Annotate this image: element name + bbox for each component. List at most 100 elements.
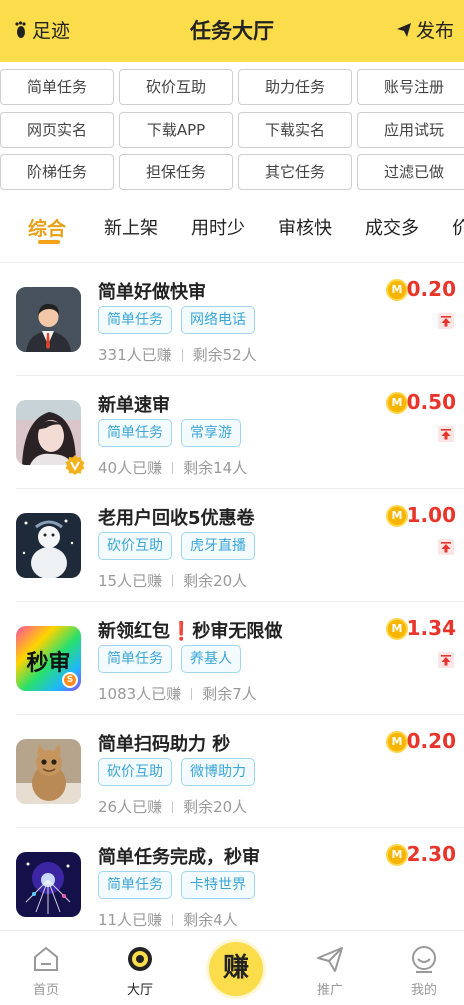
top-header: 足迹 任务大厅 发布: [0, 0, 464, 62]
task-price: 0.20: [406, 729, 456, 753]
category-button[interactable]: 下载实名: [238, 112, 352, 148]
task-tag: 砍价互助: [98, 758, 172, 786]
pinned-top-icon: [438, 313, 454, 329]
category-button[interactable]: 下载APP: [119, 112, 233, 148]
task-item[interactable]: 简单扫码助力 秒 砍价互助 微博助力 26人已赚 剩余20人 M 0.20: [0, 715, 464, 828]
category-button[interactable]: 担保任务: [119, 154, 233, 190]
task-price: 0.50: [406, 390, 456, 414]
task-stats: 26人已赚 剩余20人: [98, 796, 247, 817]
tab-home[interactable]: 首页: [0, 931, 92, 1005]
tab-hall[interactable]: 大厅: [94, 931, 186, 1005]
task-title: 简单任务完成，秒审: [98, 847, 260, 868]
task-title: 简单好做快审: [98, 282, 206, 303]
hall-icon: [128, 947, 152, 971]
pinned-top-icon: [438, 539, 454, 555]
earned-count: 15人已赚: [98, 572, 163, 590]
earned-count: 40人已赚: [98, 459, 163, 477]
coin-icon: M: [386, 279, 408, 301]
earned-count: 1083人已赚: [98, 685, 182, 703]
coin-icon: M: [386, 505, 408, 527]
category-button[interactable]: 阶梯任务: [0, 154, 114, 190]
task-tag: 微博助力: [181, 758, 255, 786]
publish-label: 发布: [415, 20, 454, 42]
coin-icon: M: [386, 392, 408, 414]
sort-tab-newest[interactable]: 新上架: [104, 214, 158, 240]
coin-icon: M: [386, 731, 408, 753]
task-stats: 40人已赚 剩余14人: [98, 457, 247, 478]
remaining-count: 剩余4人: [183, 911, 238, 929]
tab-promote-label: 推广: [316, 983, 343, 998]
paper-plane-icon: [396, 22, 411, 37]
pinned-top-icon: [438, 652, 454, 668]
remaining-count: 剩余14人: [183, 459, 248, 477]
pinned-top-icon: [438, 426, 454, 442]
category-button[interactable]: 砍价互助: [119, 69, 233, 105]
earned-count: 26人已赚: [98, 798, 163, 816]
category-button[interactable]: 其它任务: [238, 154, 352, 190]
category-button[interactable]: 应用试玩: [357, 112, 464, 148]
sort-tabs: 综合 新上架 用时少 审核快 成交多 价: [0, 200, 464, 254]
task-item[interactable]: 老用户回收5优惠卷 砍价互助 虎牙直播 15人已赚 剩余20人 M 1.00: [0, 489, 464, 602]
task-tag: 网络电话: [181, 306, 255, 334]
paper-plane-icon: [317, 947, 343, 972]
task-title: 新单速审: [98, 395, 170, 416]
verified-v-icon: [65, 455, 85, 475]
task-tag: 简单任务: [98, 645, 172, 673]
task-tag: 简单任务: [98, 419, 172, 447]
category-button[interactable]: 账号注册: [357, 69, 464, 105]
category-button[interactable]: 简单任务: [0, 69, 114, 105]
task-item[interactable]: 新单速审 简单任务 常享游 40人已赚 剩余14人 M 0.50: [0, 376, 464, 489]
sort-tab-most-deals[interactable]: 成交多: [365, 214, 419, 240]
task-tag: 常享游: [181, 419, 241, 447]
task-item[interactable]: 简单任务完成，秒审 简单任务 卡特世界 11人已赚 剩余4人 M 2.30: [0, 828, 464, 941]
task-avatar: [16, 852, 81, 917]
publish-button[interactable]: 发布: [396, 16, 454, 43]
task-tag: 简单任务: [98, 306, 172, 334]
task-item[interactable]: 秒审 S 新领红包❗秒审无限做 简单任务 养基人 1083人已赚 剩余7人 M 1…: [0, 602, 464, 715]
category-button[interactable]: 网页实名: [0, 112, 114, 148]
sort-tab-least-time[interactable]: 用时少: [191, 214, 245, 240]
task-stats: 15人已赚 剩余20人: [98, 570, 247, 591]
task-stats: 1083人已赚 剩余7人: [98, 683, 257, 704]
task-stats: 331人已赚 剩余52人: [98, 344, 257, 365]
remaining-count: 剩余7人: [202, 685, 257, 703]
task-title: 简单扫码助力 秒: [98, 734, 231, 755]
coin-icon: M: [386, 618, 408, 640]
sort-tab-price[interactable]: 价: [452, 214, 464, 240]
task-title: 老用户回收5优惠卷: [98, 508, 255, 529]
task-tag: 卡特世界: [181, 871, 255, 899]
coin-icon: M: [386, 844, 408, 866]
sort-tab-fast-review[interactable]: 审核快: [278, 214, 332, 240]
task-avatar: [16, 513, 81, 578]
task-tag: 虎牙直播: [181, 532, 255, 560]
tab-hall-label: 大厅: [126, 983, 153, 998]
task-price: 0.20: [406, 277, 456, 301]
tab-promote[interactable]: 推广: [284, 931, 376, 1005]
task-tag: 砍价互助: [98, 532, 172, 560]
badge-s-icon: S: [62, 672, 78, 688]
category-grid: 简单任务 砍价互助 助力任务 账号注册 网页实名 下载APP 下载实名 应用试玩…: [0, 68, 464, 192]
sort-tab-comprehensive[interactable]: 综合: [28, 214, 66, 241]
task-title: 新领红包❗秒审无限做: [98, 621, 283, 642]
task-price: 2.30: [406, 842, 456, 866]
task-item[interactable]: 简单好做快审 简单任务 网络电话 331人已赚 剩余52人 M 0.20: [0, 263, 464, 376]
category-button[interactable]: 助力任务: [238, 69, 352, 105]
home-icon: [34, 946, 58, 971]
remaining-count: 剩余20人: [183, 572, 248, 590]
tab-mine-label: 我的: [410, 983, 437, 998]
tab-home-label: 首页: [32, 983, 59, 998]
task-avatar: [16, 287, 81, 352]
smiley-icon: [412, 946, 436, 973]
page-title: 任务大厅: [190, 19, 274, 43]
earned-count: 11人已赚: [98, 911, 163, 929]
task-avatar: 秒审 S: [16, 626, 81, 691]
tab-mine[interactable]: 我的: [378, 931, 464, 1005]
task-price: 1.00: [406, 503, 456, 527]
remaining-count: 剩余52人: [192, 346, 257, 364]
task-price: 1.34: [406, 616, 456, 640]
task-tag: 养基人: [181, 645, 241, 673]
active-tab-indicator: [38, 240, 60, 244]
earned-count: 331人已赚: [98, 346, 172, 364]
category-button[interactable]: 过滤已做: [357, 154, 464, 190]
earn-button[interactable]: 赚: [209, 942, 263, 996]
